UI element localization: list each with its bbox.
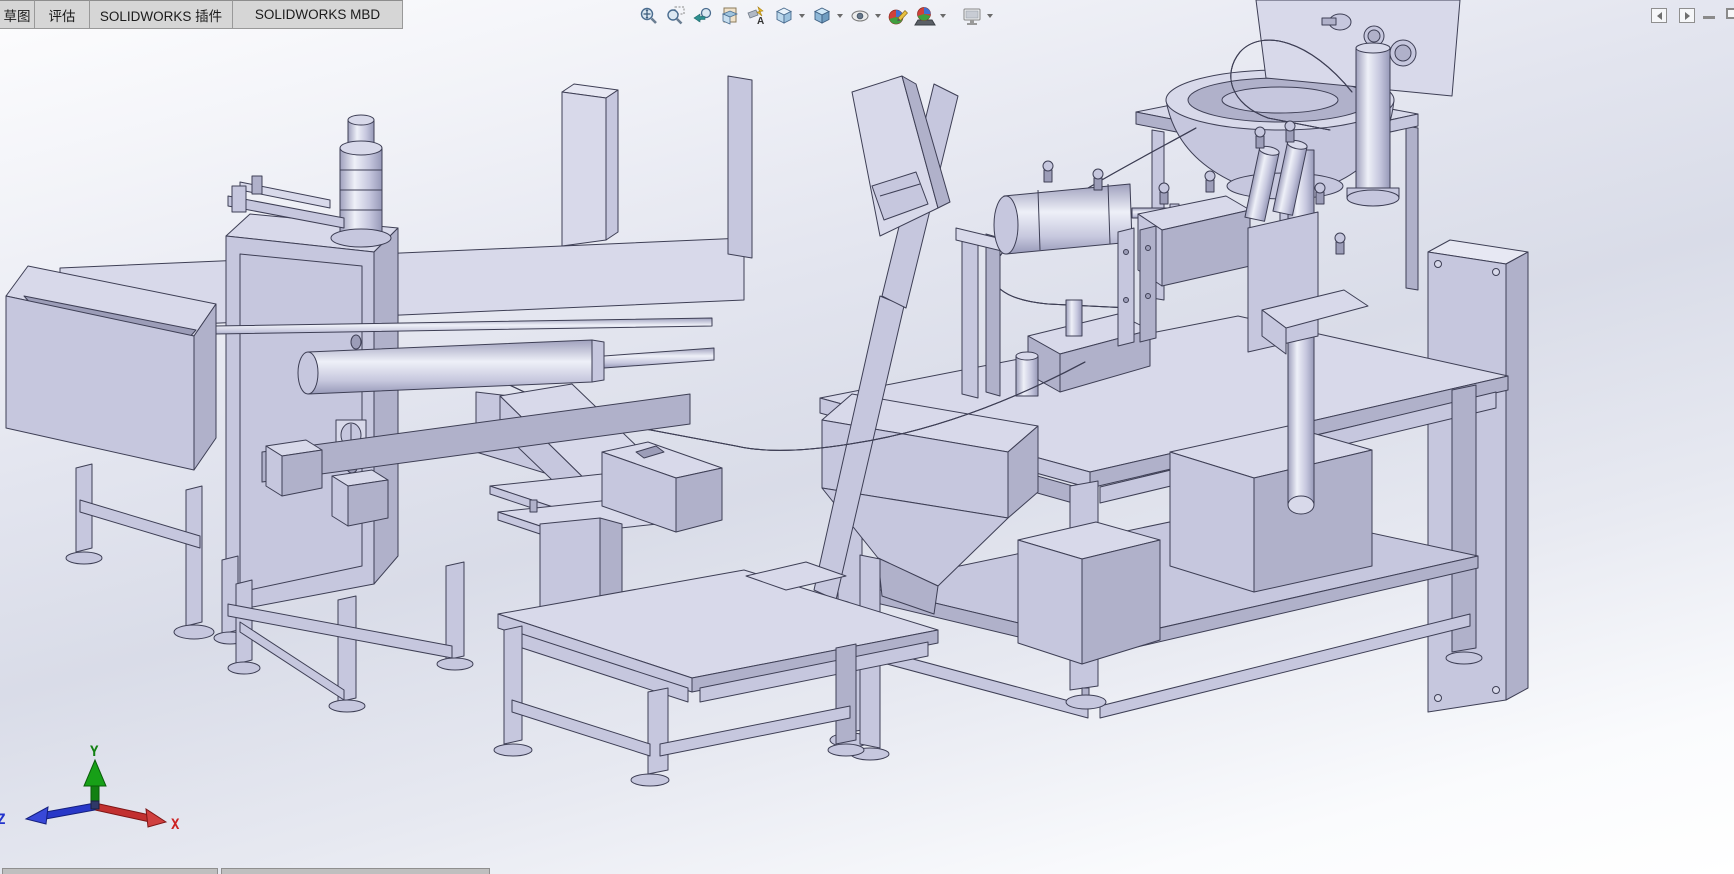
tab-solidworks-mbd[interactable]: SOLIDWORKS MBD [233, 0, 403, 29]
display-style-dropdown[interactable] [837, 14, 843, 18]
display-style-button[interactable] [810, 4, 834, 28]
previous-view-button[interactable] [691, 4, 715, 28]
edit-appearance-icon [888, 9, 908, 25]
tab-evaluate[interactable]: 评估 [35, 0, 90, 29]
model-storage-box-small[interactable] [1017, 521, 1161, 665]
view-settings-dropdown[interactable] [987, 14, 993, 18]
status-bar-segment [221, 868, 490, 874]
triad-origin [90, 800, 100, 810]
assembly-model[interactable] [0, 0, 1734, 874]
axis-z: Z [0, 802, 96, 828]
section-view-icon [721, 7, 739, 25]
apply-scene-icon [914, 7, 936, 26]
graphics-viewport[interactable]: Y X Z [0, 0, 1734, 874]
model-storage-box-large[interactable] [1169, 425, 1373, 593]
display-style-icon [813, 7, 831, 24]
axis-z-label: Z [0, 812, 5, 828]
axis-x-label: X [171, 817, 180, 833]
status-bar-segment [2, 868, 218, 874]
model-side-panel[interactable] [1427, 239, 1529, 713]
collapse-left-button[interactable] [1651, 8, 1667, 23]
solidworks-window: Y X Z 草图 评估 SOLIDWORKS 插件 SOLIDWORKS MBD… [0, 0, 1734, 874]
view-orientation-dropdown[interactable] [799, 14, 805, 18]
model-parts-bin[interactable] [5, 265, 217, 640]
axis-y-label: Y [90, 744, 99, 760]
view-settings-button[interactable] [960, 4, 984, 28]
zoom-to-area-icon [667, 6, 685, 25]
zoom-to-fit-icon [640, 7, 657, 24]
view-orientation-button[interactable] [772, 4, 796, 28]
apply-scene-button[interactable] [913, 4, 937, 28]
axis-y: Y [83, 744, 107, 807]
command-manager-tabs: 草图 评估 SOLIDWORKS 插件 SOLIDWORKS MBD [0, 0, 403, 29]
tab-solidworks-addins[interactable]: SOLIDWORKS 插件 [90, 0, 233, 29]
apply-scene-dropdown[interactable] [940, 14, 946, 18]
tab-sketch[interactable]: 草图 [0, 0, 35, 29]
axis-x: X [94, 802, 180, 833]
maximize-button[interactable] [1726, 8, 1734, 19]
svg-text:A: A [757, 16, 764, 27]
reference-triad: Y X Z [0, 744, 180, 833]
collapse-right-icon [1684, 11, 1690, 20]
collapse-left-icon [1656, 11, 1662, 20]
dynamic-annotation-views-icon: A [747, 6, 764, 27]
previous-view-icon [693, 7, 712, 23]
hide-show-items-icon [851, 10, 869, 22]
hide-show-items-button[interactable] [848, 4, 872, 28]
dynamic-annotation-views-button[interactable]: A [745, 4, 769, 28]
edit-appearance-button[interactable] [886, 4, 910, 28]
section-view-button[interactable] [718, 4, 742, 28]
collapse-right-button[interactable] [1679, 8, 1695, 23]
hide-show-items-dropdown[interactable] [875, 14, 881, 18]
view-settings-icon [963, 8, 981, 25]
zoom-to-area-button[interactable] [664, 4, 688, 28]
minimize-button[interactable] [1703, 16, 1715, 19]
heads-up-view-toolbar: A [637, 3, 995, 29]
zoom-to-fit-button[interactable] [637, 4, 661, 28]
view-orientation-icon [775, 7, 793, 24]
